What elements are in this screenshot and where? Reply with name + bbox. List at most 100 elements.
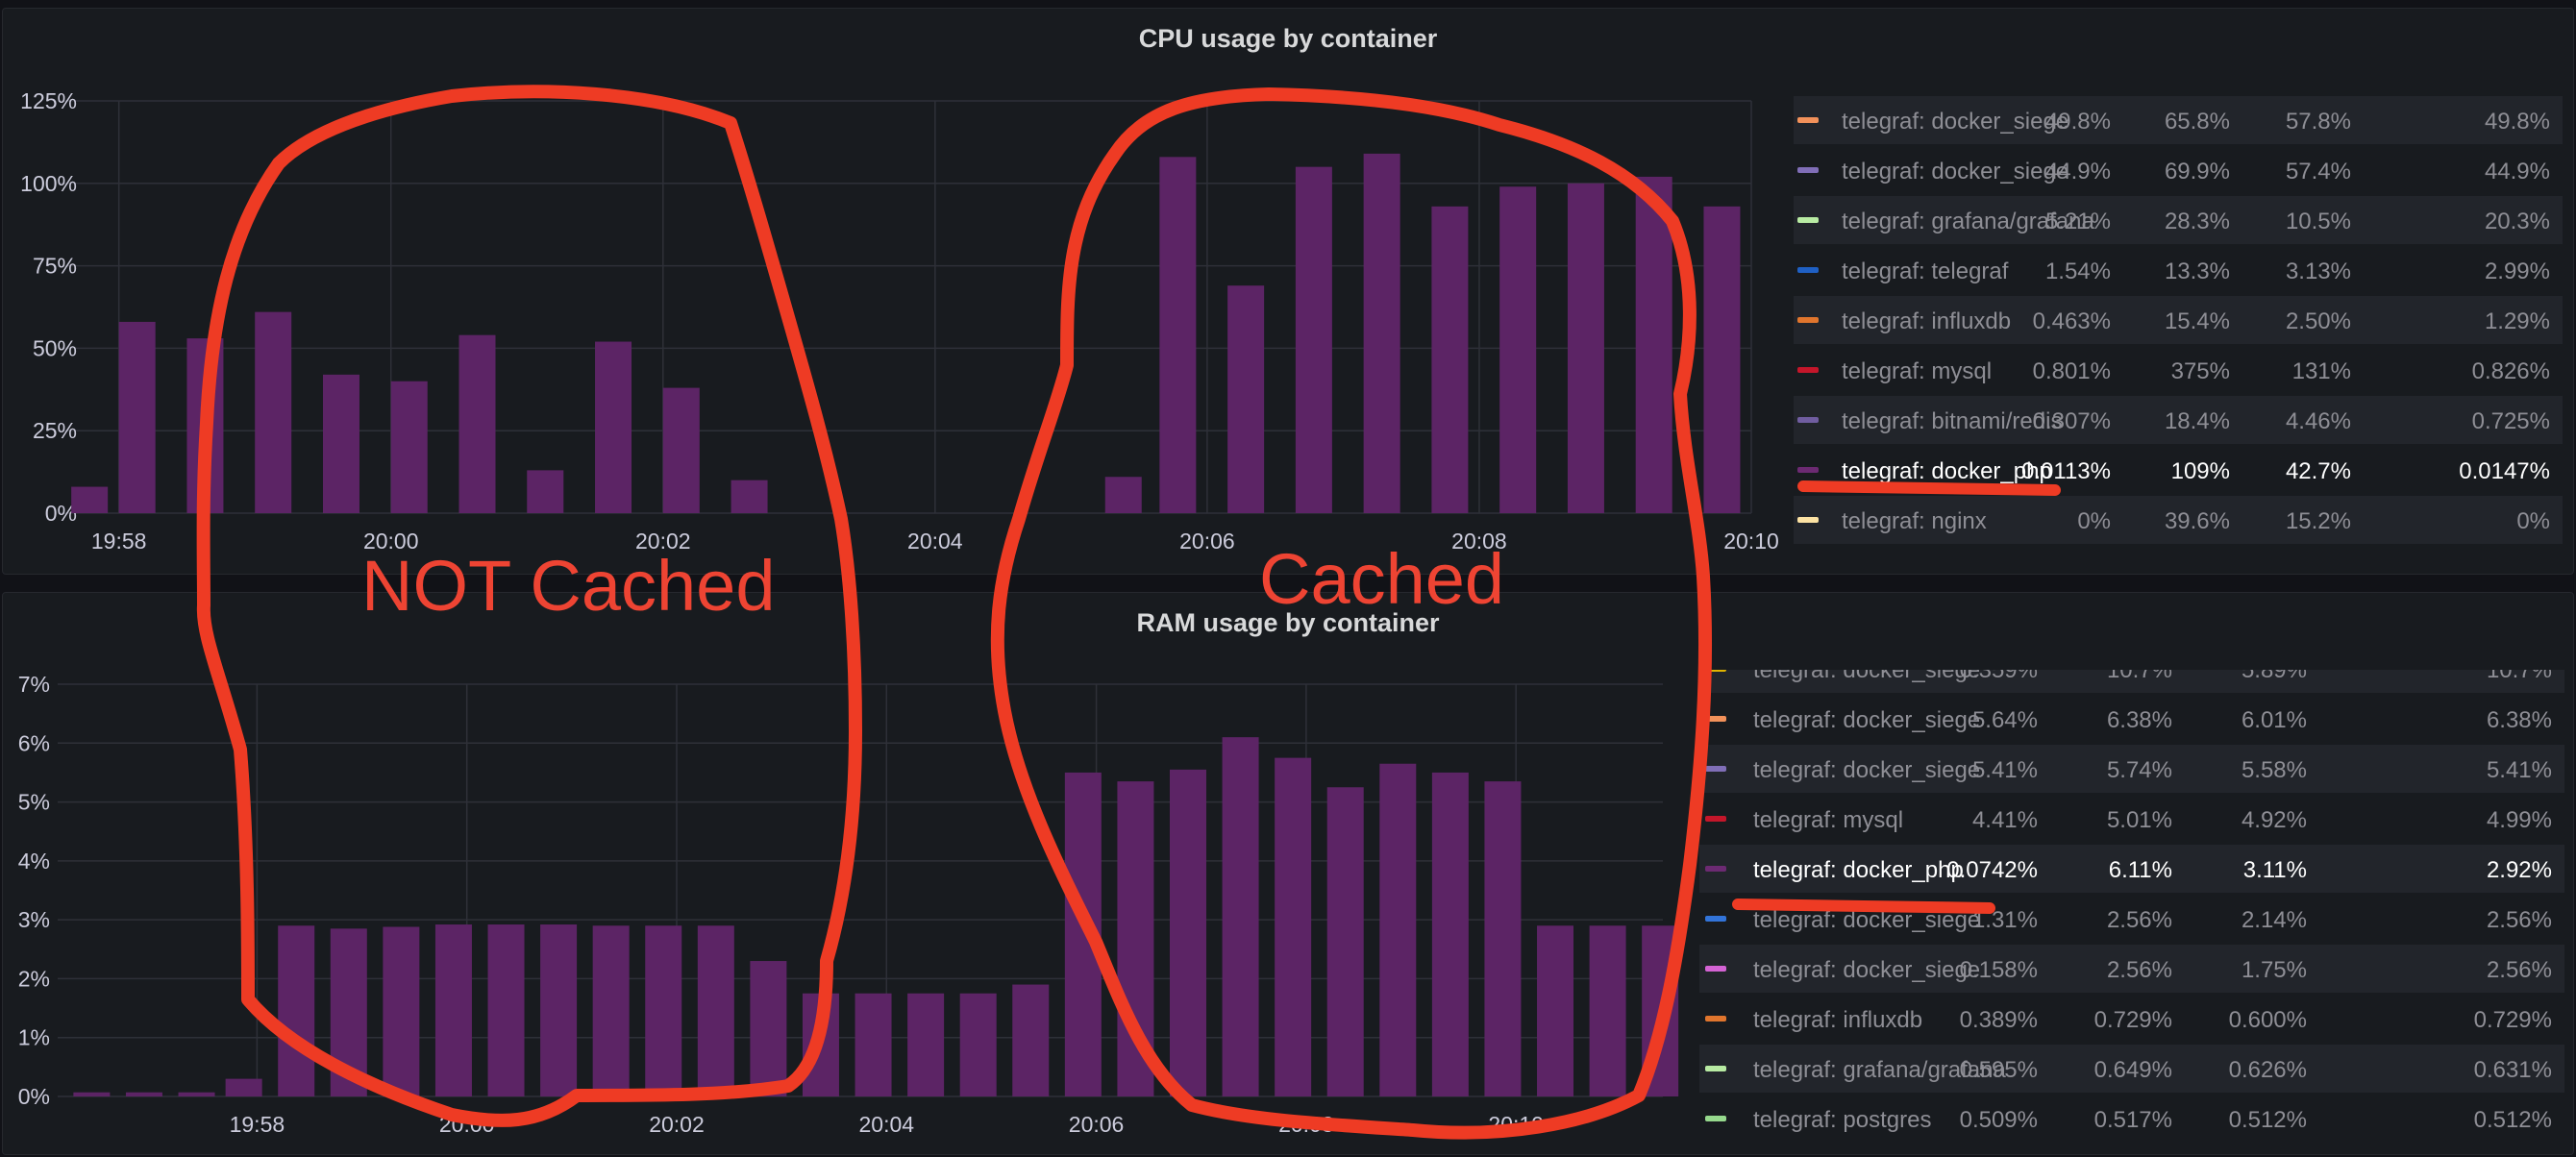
legend-row[interactable]: telegraf: docker_siege 5.41% 5.74% 5.58% 5.4… [1699, 745, 2564, 793]
legend-row[interactable]: telegraf: influxdb 0.463% 15.4% 2.50% 1.29% [1794, 296, 2563, 344]
series-stat-value: 1.54% [2044, 258, 2111, 284]
series-stat-value: 10.7% [2106, 670, 2172, 683]
series-name: telegraf: docker_siege [1842, 109, 2069, 135]
series-stat-value: 6.38% [2106, 707, 2172, 733]
series-stat-value: 0.729% [2473, 1007, 2552, 1033]
series-stat-value: 1.31% [1971, 907, 2038, 933]
series-stat-value: 0.359% [1959, 670, 2038, 683]
legend-row[interactable]: telegraf: docker_siege 0.359% 10.7% 5.89% 10… [1699, 670, 2564, 693]
series-color-swatch [1705, 1116, 1726, 1121]
bar [487, 924, 525, 1096]
legend-row[interactable]: telegraf: telegraf 1.54% 13.3% 3.13% 2.99% [1794, 246, 2563, 294]
legend-row[interactable]: telegraf: docker_siege 1.31% 2.56% 2.14% 2.5… [1699, 895, 2564, 943]
series-stat-value: 1.75% [2241, 957, 2307, 983]
series-color-swatch [1705, 966, 1726, 972]
series-name: telegraf: telegraf [1842, 258, 2009, 284]
series-color-swatch [1705, 716, 1726, 722]
legend-row[interactable]: telegraf: docker_siege 0.158% 2.56% 1.75% 2.… [1699, 945, 2564, 993]
series-stat-value: 0.649% [2093, 1057, 2172, 1083]
series-stat-value: 2.56% [2106, 907, 2172, 933]
series-name: telegraf: postgres [1753, 1107, 1932, 1133]
legend-row[interactable]: telegraf: grafana/grafana 0.595% 0.649% 0.6… [1699, 1045, 2564, 1093]
series-name: telegraf: docker_siege [1842, 159, 2069, 185]
legend-row[interactable]: telegraf: docker_siege 44.9% 69.9% 57.4% 44.… [1794, 146, 2563, 194]
legend-row[interactable]: telegraf: docker_siege 5.64% 6.38% 6.01% 6.3… [1699, 695, 2564, 743]
series-name: telegraf: influxdb [1753, 1007, 1923, 1033]
legend-row[interactable]: telegraf: influxdb 0.389% 0.729% 0.600% 0.72… [1699, 995, 2564, 1043]
bar [1169, 769, 1206, 1096]
series-stat-value: 42.7% [2285, 458, 2351, 484]
series-stat-value: 0% [2077, 508, 2111, 534]
legend-row[interactable]: telegraf: bitnami/redis 0.307% 18.4% 4.46% 0… [1794, 396, 2563, 444]
series-stat-value: 44.9% [2484, 159, 2550, 185]
x-tick-label: 20:08 [1278, 1112, 1334, 1137]
series-stat-value: 2.14% [2241, 907, 2307, 933]
legend-row[interactable]: telegraf: docker_siege 49.8% 65.8% 57.8% 49.… [1794, 96, 2563, 144]
legend-row[interactable]: telegraf: docker_php 0.0113% 109% 42.7% 0.01… [1794, 446, 2563, 494]
series-stat-value: 5.41% [1971, 757, 2038, 783]
bar [1431, 772, 1469, 1096]
series-stat-value: 3.11% [2242, 857, 2307, 883]
legend-row[interactable]: telegraf: mysql 4.41% 5.01% 4.92% 4.99% [1699, 795, 2564, 843]
series-stat-value: 5.21% [2044, 209, 2111, 234]
series-stat-value: 4.41% [1971, 807, 2038, 833]
series-color-swatch [1797, 117, 1819, 123]
series-stat-value: 6.38% [2486, 707, 2552, 733]
series-stat-value: 5.41% [2486, 757, 2552, 783]
series-stat-value: 0.463% [2032, 308, 2111, 334]
bar [330, 928, 367, 1096]
bar [1589, 925, 1626, 1096]
bar [1642, 925, 1679, 1096]
series-color-swatch [1797, 517, 1819, 523]
bar [278, 925, 315, 1096]
bar [1275, 757, 1312, 1096]
series-stat-value: 6.01% [2241, 707, 2307, 733]
bar [540, 924, 578, 1096]
legend-row[interactable]: telegraf: postgres 0.509% 0.517% 0.512% 0.51… [1699, 1095, 2564, 1143]
series-stat-value: 0.307% [2032, 408, 2111, 434]
series-color-swatch [1705, 766, 1726, 772]
series-color-swatch [1705, 670, 1726, 672]
series-name: telegraf: influxdb [1842, 308, 2012, 334]
bar [907, 993, 945, 1096]
series-name: telegraf: docker_php [1842, 458, 2052, 484]
series-name: telegraf: docker_php [1753, 857, 1964, 883]
legend-row[interactable]: telegraf: mysql 0.801% 375% 131% 0.826% [1794, 346, 2563, 394]
legend-row[interactable]: telegraf: docker_php 0.0742% 6.11% 3.11% 2.9… [1699, 845, 2564, 893]
series-stat-value: 4.92% [2241, 807, 2307, 833]
x-tick-label: 20:00 [439, 1112, 495, 1137]
series-stat-value: 0.0113% [2021, 458, 2111, 484]
series-stat-value: 5.89% [2241, 670, 2307, 683]
series-stat-value: 2.50% [2285, 308, 2351, 334]
series-stat-value: 5.74% [2106, 757, 2172, 783]
bar [1012, 984, 1050, 1096]
series-stat-value: 0.600% [2228, 1007, 2307, 1033]
y-tick-label: 2% [18, 966, 50, 991]
bar [855, 993, 892, 1096]
series-stat-value: 65.8% [2164, 109, 2230, 135]
legend-row[interactable]: telegraf: nginx 0% 39.6% 15.2% 0% [1794, 496, 2563, 544]
series-stat-value: 2.56% [2486, 957, 2552, 983]
y-tick-label: 4% [18, 849, 50, 874]
series-stat-value: 1.29% [2484, 308, 2550, 334]
y-tick-label: 3% [18, 907, 50, 932]
ram-legend-viewport[interactable]: telegraf: docker_siege 0.359% 10.7% 5.89% 10… [1699, 670, 2564, 1144]
series-stat-value: 15.2% [2285, 508, 2351, 534]
x-tick-label: 20:06 [1069, 1112, 1125, 1137]
y-tick-label: 7% [18, 672, 50, 697]
x-tick-label: 20:04 [859, 1112, 915, 1137]
series-stat-value: 15.4% [2164, 308, 2230, 334]
series-color-swatch [1705, 916, 1726, 922]
bar [1326, 787, 1364, 1096]
series-color-swatch [1797, 367, 1819, 373]
legend-row[interactable]: telegraf: grafana/grafana 5.21% 28.3% 10.5%… [1794, 196, 2563, 244]
series-stat-value: 4.46% [2285, 408, 2351, 434]
x-tick-label: 19:58 [230, 1112, 285, 1137]
bar [1117, 781, 1154, 1096]
series-stat-value: 3.13% [2285, 258, 2351, 284]
bar [73, 1092, 111, 1096]
series-stat-value: 2.56% [2106, 957, 2172, 983]
series-color-swatch [1797, 217, 1819, 223]
series-name: telegraf: docker_siege [1753, 707, 1981, 733]
series-stat-value: 0.0147% [2459, 458, 2550, 484]
